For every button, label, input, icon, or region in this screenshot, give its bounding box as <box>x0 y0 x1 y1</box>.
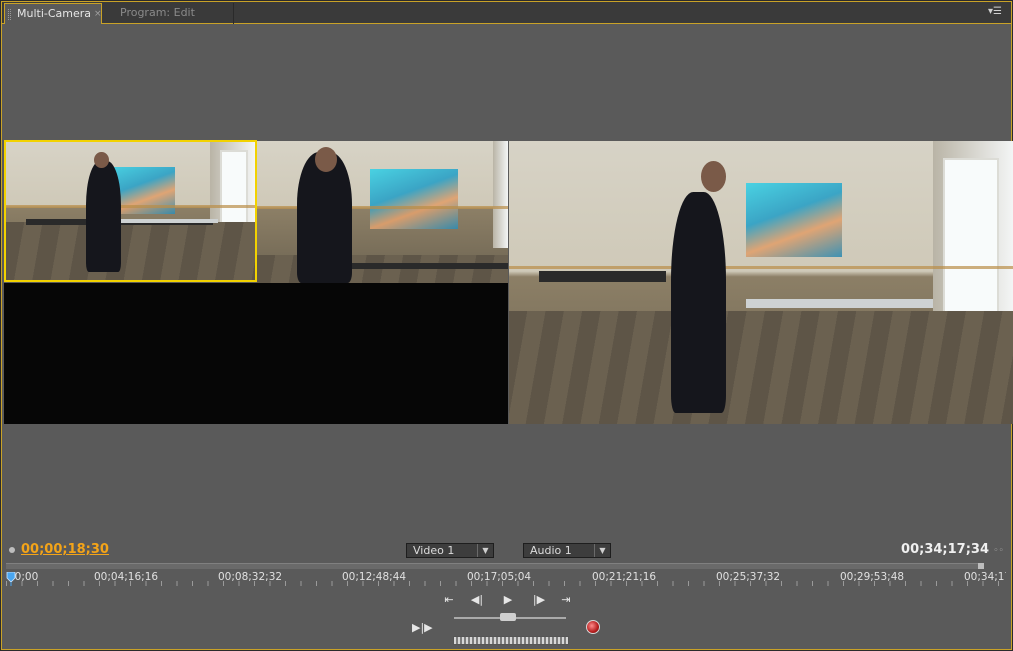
jog-wheel[interactable] <box>453 636 569 645</box>
shuttle-knob[interactable] <box>500 613 516 621</box>
time-ruler[interactable]: 00;00 00;04;16;16 00;08;32;32 00;12;48;4… <box>6 570 1011 588</box>
duration-timecode: 00;34;17;34 <box>901 542 989 557</box>
mark-in-button[interactable]: ⇤ <box>440 592 458 608</box>
mark-out-button[interactable]: ⇥ <box>557 592 575 608</box>
ruler-ticks <box>6 581 1011 586</box>
grip-icon[interactable] <box>8 9 11 20</box>
playhead-icon[interactable] <box>6 572 16 586</box>
audio-track-select[interactable]: Audio 1 ▼ <box>523 543 611 558</box>
tab-bar: Multi-Camera × Program: Edit ▾☰ <box>2 2 1011 24</box>
chevron-down-icon: ▼ <box>594 544 610 557</box>
current-timecode[interactable]: 00;00;18;30 <box>21 542 109 557</box>
chevron-down-icon: ▼ <box>477 544 493 557</box>
step-forward-button[interactable]: |▶ <box>530 592 548 608</box>
camera-1-video-frame <box>6 142 255 280</box>
video-track-select[interactable]: Video 1 ▼ <box>406 543 494 558</box>
shuttle-slider[interactable] <box>454 613 566 621</box>
tab-program-edit-label: Program: Edit <box>120 6 195 19</box>
panel-menu-icon[interactable]: ▾☰ <box>985 6 1005 20</box>
timeline-scroll-track[interactable] <box>6 563 984 569</box>
close-icon[interactable]: × <box>94 4 102 24</box>
tab-multi-camera[interactable]: Multi-Camera × <box>4 3 102 24</box>
camera-1-preview[interactable] <box>4 140 257 282</box>
record-button[interactable] <box>586 620 600 634</box>
multi-camera-panel: Multi-Camera × Program: Edit ▾☰ 00;00;18… <box>1 1 1013 650</box>
program-video-frame <box>509 141 1013 424</box>
step-back-button[interactable]: ◀| <box>468 592 486 608</box>
camera-2-preview[interactable] <box>257 141 508 283</box>
play-button[interactable]: ▶ <box>499 592 517 608</box>
duration-icon: ◦◦ <box>993 546 1004 556</box>
program-monitor <box>509 141 1013 424</box>
timeline-end-handle[interactable] <box>978 563 984 569</box>
trim-split-button[interactable]: ▶|▶ <box>412 621 433 634</box>
audio-track-value: Audio 1 <box>530 544 572 557</box>
tab-multi-camera-label: Multi-Camera <box>17 7 92 20</box>
tab-program-edit[interactable]: Program: Edit <box>112 3 234 24</box>
video-track-value: Video 1 <box>413 544 455 557</box>
playhead-indicator-icon <box>9 547 15 553</box>
empty-camera-area <box>4 283 508 424</box>
camera-2-video-frame <box>257 141 508 283</box>
